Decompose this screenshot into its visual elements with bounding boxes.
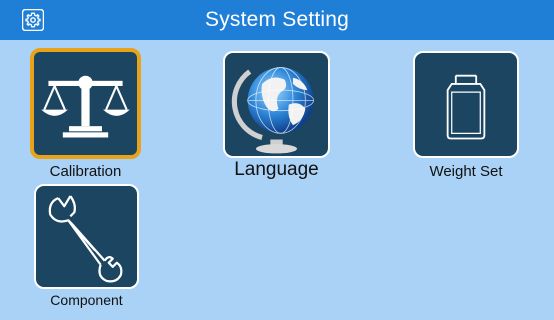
component-button[interactable] <box>34 184 139 289</box>
page-title: System Setting <box>204 8 350 31</box>
globe-icon <box>231 67 314 154</box>
language-button[interactable] <box>223 51 330 158</box>
weight-set-label: Weight Set <box>429 163 503 180</box>
weight-set-button[interactable] <box>413 51 519 158</box>
component-label: Component <box>50 292 123 308</box>
balance-scale-icon <box>41 75 130 138</box>
language-label: Language <box>234 159 319 180</box>
title-bar: System Setting <box>0 0 554 40</box>
calibration-label: Calibration <box>49 163 122 180</box>
calibration-button[interactable] <box>30 48 141 159</box>
weight-container-icon <box>446 74 486 140</box>
wrench-icon <box>48 195 123 283</box>
